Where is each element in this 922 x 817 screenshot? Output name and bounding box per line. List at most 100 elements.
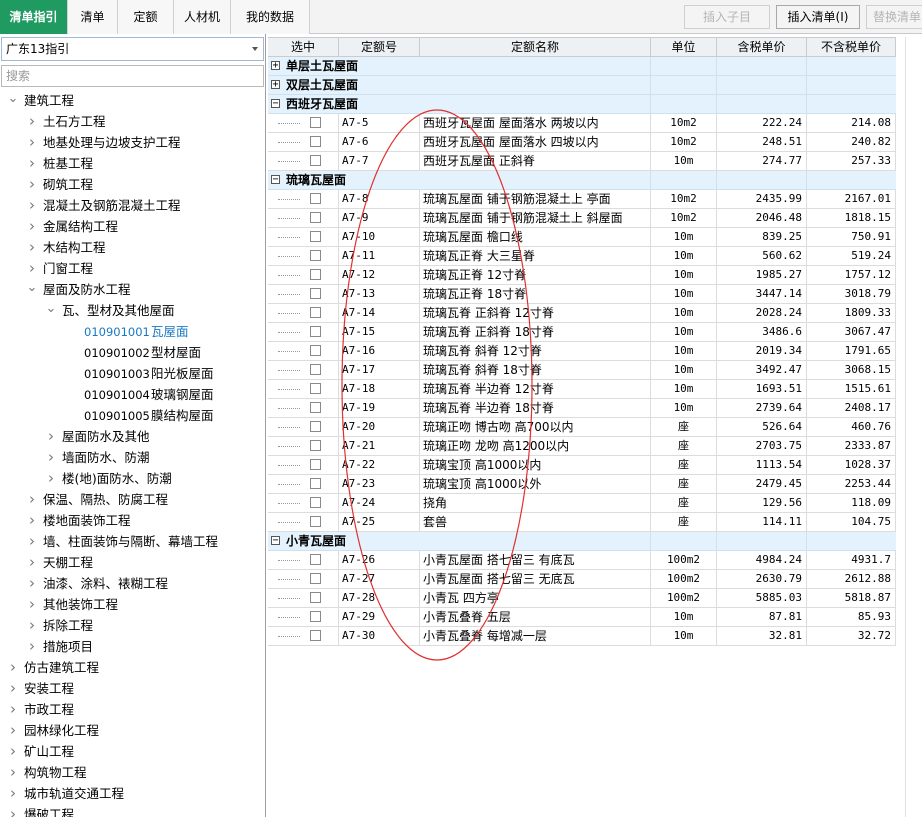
table-row[interactable]: A7-16 琉璃瓦脊 斜脊 12寸脊 10m 2019.34 1791.65	[268, 342, 896, 361]
column-header[interactable]: 不含税单价	[807, 38, 896, 57]
tree-item[interactable]: › 油漆、涂料、裱糊工程	[25, 573, 168, 594]
tree-item[interactable]: › 市政工程	[6, 699, 74, 720]
chevron-right-icon[interactable]: ›	[25, 258, 39, 279]
tree-item[interactable]: › 构筑物工程	[6, 762, 87, 783]
chevron-down-icon[interactable]: ⌄	[25, 277, 39, 298]
tree-item[interactable]: ⌄ 建筑工程	[6, 90, 74, 111]
tree-item[interactable]: › 拆除工程	[25, 615, 93, 636]
tree-item[interactable]: › 楼(地)面防水、防潮	[44, 468, 172, 489]
search-input[interactable]: 搜索	[1, 65, 264, 87]
table-row[interactable]: A7-9 琉璃瓦屋面 铺于钢筋混凝土上 斜屋面 10m2 2046.48 1818.15	[268, 209, 896, 228]
select-checkbox[interactable]	[310, 573, 321, 584]
column-header[interactable]: 定额号	[339, 38, 420, 57]
table-row[interactable]: A7-28 小青瓦 四方亭 100m2 5885.03 5818.87	[268, 589, 896, 608]
table-row[interactable]: A7-20 琉璃正吻 博古吻 高700以内座 526.64 460.76	[268, 418, 896, 437]
tree-item[interactable]: ⌄ 瓦、型材及其他屋面	[44, 300, 175, 321]
table-row[interactable]: A7-19 琉璃瓦脊 半边脊 18寸脊 10m 2739.64 2408.17	[268, 399, 896, 418]
select-checkbox[interactable]	[310, 497, 321, 508]
chevron-right-icon[interactable]: ›	[6, 699, 20, 720]
select-checkbox[interactable]	[310, 592, 321, 603]
chevron-right-icon[interactable]: ›	[25, 132, 39, 153]
chevron-right-icon[interactable]: ›	[6, 762, 20, 783]
select-checkbox[interactable]	[310, 459, 321, 470]
table-row[interactable]: A7-13 琉璃瓦正脊 18寸脊 10m 3447.14 3018.79	[268, 285, 896, 304]
tree-item-010901003[interactable]: 010901003阳光板屋面	[84, 363, 214, 384]
group-row[interactable]: + 双层土瓦屋面	[268, 76, 896, 95]
tree-item-010901004[interactable]: 010901004玻璃钢屋面	[84, 384, 214, 405]
table-row[interactable]: A7-8 琉璃瓦屋面 铺于钢筋混凝土上 亭面 10m2 2435.99 2167.01	[268, 190, 896, 209]
select-checkbox[interactable]	[310, 383, 321, 394]
chevron-right-icon[interactable]: ›	[6, 783, 20, 804]
chevron-right-icon[interactable]: ›	[25, 237, 39, 258]
chevron-right-icon[interactable]: ›	[44, 426, 58, 447]
select-checkbox[interactable]	[310, 440, 321, 451]
select-checkbox[interactable]	[310, 307, 321, 318]
tree-item[interactable]: › 桩基工程	[25, 153, 93, 174]
tree-item[interactable]: › 地基处理与边坡支护工程	[25, 132, 181, 153]
collapse-icon[interactable]: −	[271, 175, 280, 185]
tree-item-010901002[interactable]: 010901002型材屋面	[84, 342, 201, 363]
group-row[interactable]: − 琉璃瓦屋面	[268, 171, 896, 190]
tab-3[interactable]: 人材机	[174, 0, 231, 34]
tree-item[interactable]: › 混凝土及钢筋混凝土工程	[25, 195, 181, 216]
tab-2[interactable]: 定额	[118, 0, 174, 34]
chevron-right-icon[interactable]: ›	[25, 216, 39, 237]
select-checkbox[interactable]	[310, 269, 321, 280]
insert-child-button[interactable]: 插入子目	[684, 5, 770, 29]
column-header[interactable]: 单位	[651, 38, 717, 57]
chevron-right-icon[interactable]: ›	[44, 468, 58, 489]
replace-list-button[interactable]: 替换清单	[866, 5, 922, 29]
chevron-right-icon[interactable]: ›	[6, 741, 20, 762]
select-checkbox[interactable]	[310, 155, 321, 166]
select-checkbox[interactable]	[310, 345, 321, 356]
collapse-icon[interactable]: −	[271, 536, 280, 546]
select-checkbox[interactable]	[310, 136, 321, 147]
chevron-right-icon[interactable]: ›	[25, 174, 39, 195]
tab-1[interactable]: 清单	[68, 0, 118, 34]
tree-item[interactable]: › 其他装饰工程	[25, 594, 118, 615]
table-row[interactable]: A7-29 小青瓦叠脊 五层 10m 87.81 85.93	[268, 608, 896, 627]
chevron-right-icon[interactable]: ›	[44, 447, 58, 468]
column-header[interactable]: 选中	[268, 38, 339, 57]
group-row[interactable]: − 小青瓦屋面	[268, 532, 896, 551]
table-row[interactable]: A7-11 琉璃瓦正脊 大三星脊 10m 560.62 519.24	[268, 247, 896, 266]
chevron-right-icon[interactable]: ›	[25, 615, 39, 636]
table-row[interactable]: A7-27 小青瓦屋面 搭七留三 无底瓦 100m2 2630.79 2612.88	[268, 570, 896, 589]
table-row[interactable]: A7-24 挠角座 129.56 118.09	[268, 494, 896, 513]
select-checkbox[interactable]	[310, 611, 321, 622]
expand-icon[interactable]: +	[271, 61, 280, 71]
table-row[interactable]: A7-12 琉璃瓦正脊 12寸脊 10m 1985.27 1757.12	[268, 266, 896, 285]
table-row[interactable]: A7-26 小青瓦屋面 搭七留三 有底瓦 100m2 4984.24 4931.7	[268, 551, 896, 570]
select-checkbox[interactable]	[310, 516, 321, 527]
table-row[interactable]: A7-5 西班牙瓦屋面 屋面落水 两坡以内 10m2 222.24 214.08	[268, 114, 896, 133]
tree-item[interactable]: › 砌筑工程	[25, 174, 93, 195]
table-row[interactable]: A7-23 琉璃宝顶 高1000以外座 2479.45 2253.44	[268, 475, 896, 494]
tree-item[interactable]: › 墙面防水、防潮	[44, 447, 150, 468]
tree-item-010901001[interactable]: 010901001瓦屋面	[84, 321, 189, 342]
tree-item[interactable]: › 土石方工程	[25, 111, 106, 132]
chevron-right-icon[interactable]: ›	[25, 636, 39, 657]
chevron-right-icon[interactable]: ›	[25, 510, 39, 531]
select-checkbox[interactable]	[310, 231, 321, 242]
table-row[interactable]: A7-6 西班牙瓦屋面 屋面落水 四坡以内 10m2 248.51 240.82	[268, 133, 896, 152]
tree-item[interactable]: › 爆破工程	[6, 804, 74, 817]
table-row[interactable]: A7-7 西班牙瓦屋面 正斜脊 10m 274.77 257.33	[268, 152, 896, 171]
tree-item[interactable]: › 楼地面装饰工程	[25, 510, 131, 531]
table-row[interactable]: A7-21 琉璃正吻 龙吻 高1200以内座 2703.75 2333.87	[268, 437, 896, 456]
tree-item[interactable]: › 金属结构工程	[25, 216, 118, 237]
table-row[interactable]: A7-22 琉璃宝顶 高1000以内座 1113.54 1028.37	[268, 456, 896, 475]
column-header[interactable]: 定额名称	[420, 38, 651, 57]
tree-item[interactable]: › 天棚工程	[25, 552, 93, 573]
chevron-right-icon[interactable]: ›	[25, 573, 39, 594]
select-checkbox[interactable]	[310, 212, 321, 223]
tree-item[interactable]: › 门窗工程	[25, 258, 93, 279]
tree-item[interactable]: › 安装工程	[6, 678, 74, 699]
tab-4[interactable]: 我的数据	[231, 0, 310, 34]
group-row[interactable]: + 单层土瓦屋面	[268, 57, 896, 76]
chevron-down-icon[interactable]: ⌄	[44, 298, 58, 319]
select-checkbox[interactable]	[310, 630, 321, 641]
select-checkbox[interactable]	[310, 364, 321, 375]
select-checkbox[interactable]	[310, 402, 321, 413]
chevron-down-icon[interactable]	[252, 47, 258, 51]
table-row[interactable]: A7-14 琉璃瓦脊 正斜脊 12寸脊 10m 2028.24 1809.33	[268, 304, 896, 323]
